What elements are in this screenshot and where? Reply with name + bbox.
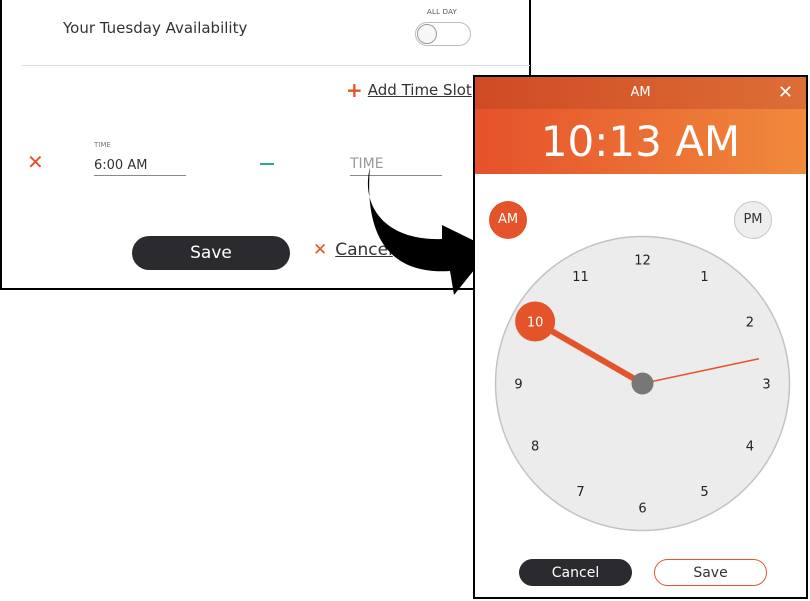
clock-hour-7[interactable]: 7 [576,485,584,500]
am-button[interactable]: AM [489,201,527,239]
toggle-knob [417,24,437,44]
close-icon: ✕ [313,240,328,260]
clock-face[interactable]: 121234567891011 [494,235,791,532]
clock-hour-3[interactable]: 3 [762,378,770,393]
save-button[interactable]: Save [132,236,290,270]
all-day-toggle[interactable] [415,22,471,46]
start-time-label: TIME [94,141,111,149]
pm-button[interactable]: PM [734,201,772,239]
clock-hour-2[interactable]: 2 [746,316,754,331]
clock-hour-4[interactable]: 4 [746,440,754,455]
picker-header: AM ✕ [475,77,806,109]
header-period: AM [630,85,651,100]
start-time-input[interactable] [94,155,186,176]
divider [22,65,530,66]
all-day-label: ALL DAY [427,8,458,16]
add-time-slot-label: Add Time Slot [367,81,472,99]
clock-hour-8[interactable]: 8 [531,440,539,455]
clock-hour-5[interactable]: 5 [700,485,708,500]
clock-hour-6[interactable]: 6 [638,502,646,517]
remove-slot-icon[interactable]: ✕ [27,150,44,174]
clock-center [631,372,654,395]
clock-hour-9[interactable]: 9 [514,378,522,393]
picker-cancel-button[interactable]: Cancel [519,559,632,586]
add-time-slot-link[interactable]: + Add Time Slot [346,78,472,102]
range-dash [260,163,274,165]
availability-title: Your Tuesday Availability [63,19,248,37]
plus-icon: + [346,78,363,102]
close-icon[interactable]: ✕ [778,77,793,109]
clock-hour-10[interactable]: 10 [527,316,544,331]
selected-time-display: 10:13 AM [475,109,806,174]
clock-hour-1[interactable]: 1 [700,270,708,285]
clock-hour-12[interactable]: 12 [634,254,651,269]
clock-hour-11[interactable]: 11 [572,270,589,285]
picker-save-button[interactable]: Save [654,559,767,586]
time-picker: AM ✕ 10:13 AM AM PM 12 1 2 3 4 5 6 7 8 9 10 11 Canc… [473,75,808,599]
